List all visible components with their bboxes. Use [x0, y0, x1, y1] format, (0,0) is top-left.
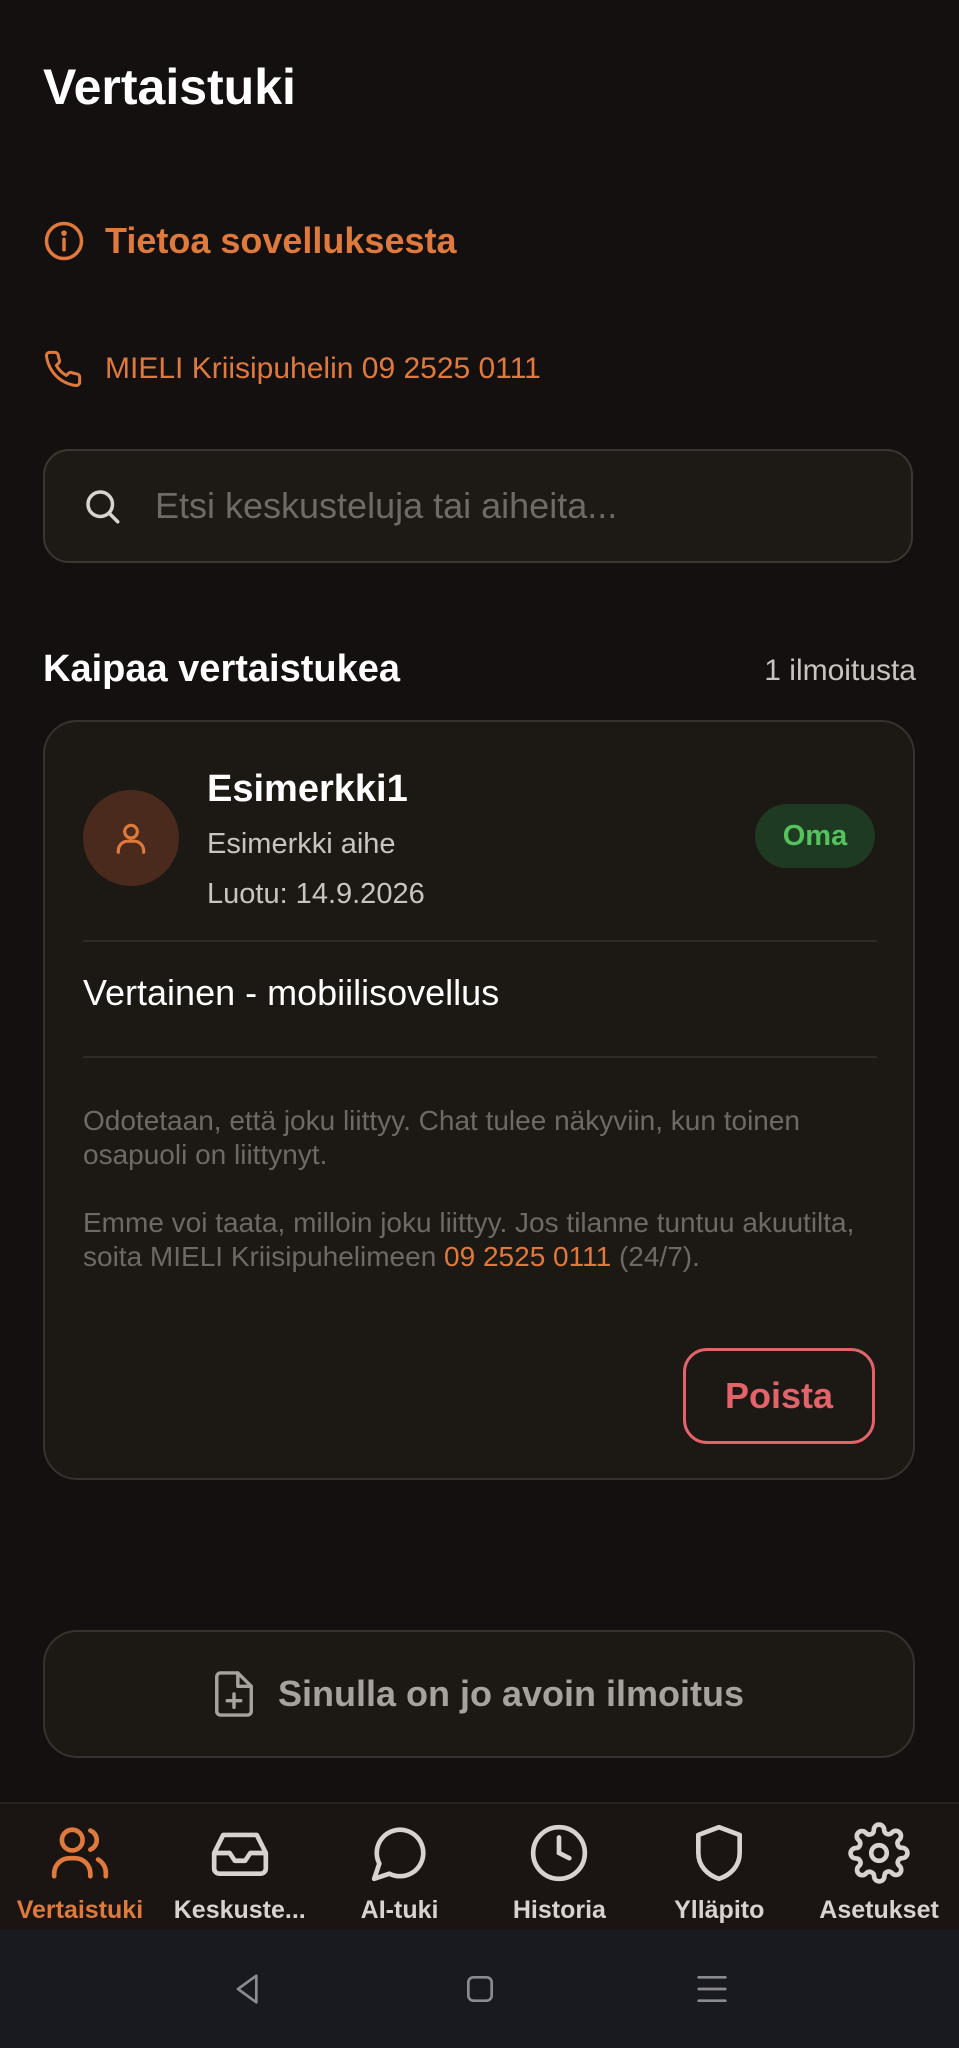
own-badge: Oma [755, 804, 875, 868]
system-nav-bar [0, 1930, 959, 2048]
file-plus-icon [215, 1671, 253, 1717]
inbox-icon [211, 1832, 268, 1876]
info-icon [44, 221, 84, 261]
menu-icon[interactable] [692, 1969, 732, 2009]
page-title: Vertaistuki [43, 59, 296, 115]
crisis-info-suffix: (24/7). [611, 1241, 700, 1272]
nav-label: Keskuste... [173, 1896, 306, 1924]
search-input[interactable] [153, 484, 877, 528]
nav-item-ai-tuki[interactable]: AI-tuki [320, 1804, 480, 1932]
avatar [83, 790, 179, 886]
nav-label: Historia [512, 1896, 606, 1924]
section-count: 1 ilmoitusta [764, 654, 916, 687]
nav-item-vertaistuki[interactable]: Vertaistuki [0, 1804, 160, 1932]
open-notice-button[interactable]: Sinulla on jo avoin ilmoitus [43, 1630, 915, 1758]
back-icon[interactable] [228, 1969, 268, 2009]
user-icon [116, 823, 146, 854]
nav-item-asetukset[interactable]: Asetukset [799, 1804, 959, 1932]
divider [83, 940, 877, 942]
card-app-name: Vertainen - mobiilisovellus [83, 972, 500, 1013]
chat-bubble-icon [371, 1827, 426, 1882]
request-card: Esimerkki1 Esimerkki aihe Luotu: 14.9.20… [43, 720, 915, 1480]
nav-label: Asetukset [819, 1896, 939, 1924]
clock-icon [531, 1824, 588, 1882]
crisis-phone-link[interactable]: MIELI Kriisipuhelin 09 2525 0111 [43, 346, 541, 392]
card-topic: Esimerkki aihe [207, 828, 396, 860]
section-title: Kaipaa vertaistukea [43, 648, 400, 690]
nav-item-historia[interactable]: Historia [479, 1804, 639, 1932]
nav-item-keskustelut[interactable]: Keskuste... [160, 1804, 320, 1932]
home-icon[interactable] [460, 1969, 500, 2009]
phone-icon [45, 350, 82, 387]
delete-button[interactable]: Poista [683, 1348, 875, 1444]
shield-icon [696, 1824, 743, 1882]
card-created-date: Luotu: 14.9.2026 [207, 878, 425, 910]
nav-label: AI-tuki [360, 1896, 439, 1924]
users-icon [51, 1827, 109, 1879]
card-name: Esimerkki1 [207, 768, 408, 810]
nav-label: Ylläpito [674, 1896, 765, 1924]
bottom-nav: Vertaistuki Keskuste... AI-tuki Historia… [0, 1802, 959, 1932]
about-app-label: Tietoa sovelluksesta [105, 220, 457, 261]
gear-icon [848, 1822, 910, 1884]
about-app-link[interactable]: Tietoa sovelluksesta [43, 218, 457, 264]
nav-item-yllapito[interactable]: Ylläpito [639, 1804, 799, 1932]
search-icon [86, 490, 120, 524]
crisis-info: Emme voi taata, milloin joku liittyy. Jo… [83, 1206, 873, 1274]
divider [83, 1056, 877, 1058]
waiting-info: Odotetaan, että joku liittyy. Chat tulee… [83, 1105, 801, 1170]
crisis-phone-label: MIELI Kriisipuhelin 09 2525 0111 [105, 352, 541, 385]
search-box[interactable] [43, 449, 913, 563]
open-notice-label: Sinulla on jo avoin ilmoitus [277, 1673, 745, 1714]
crisis-phone-number[interactable]: 09 2525 0111 [444, 1241, 611, 1272]
nav-label: Vertaistuki [16, 1896, 144, 1924]
